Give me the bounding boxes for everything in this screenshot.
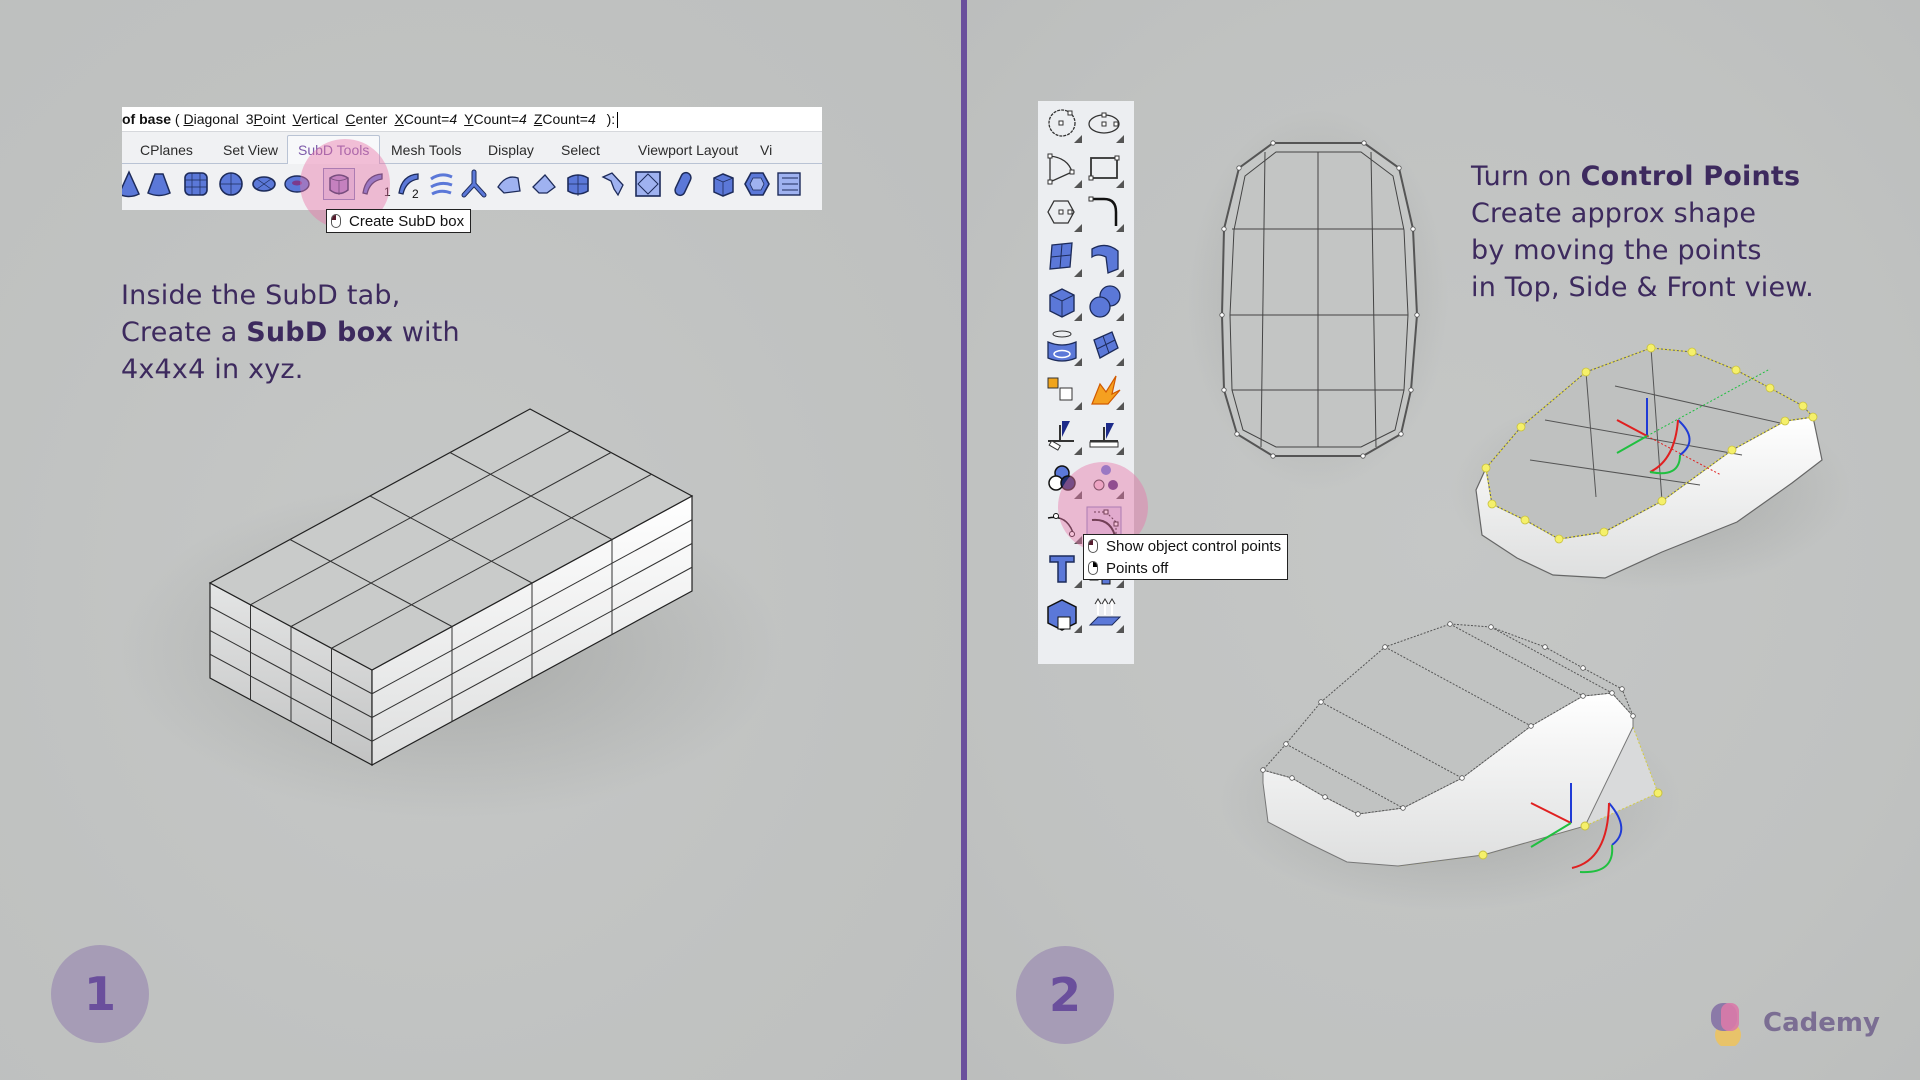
mesh-surface-icon[interactable] xyxy=(1086,328,1126,368)
render-material-icon[interactable] xyxy=(1044,461,1084,501)
extrude-arrows-icon[interactable] xyxy=(1086,595,1126,635)
text: Create a xyxy=(121,317,247,348)
cylinder-surface-icon[interactable] xyxy=(1044,328,1084,368)
command-options: Diagonal 3Point Vertical Center XCount=4 YCou… xyxy=(183,111,602,127)
tooltip-create-subd-box: Create SubD box xyxy=(326,209,472,233)
tab-cplanes[interactable]: CPlanes xyxy=(140,137,193,163)
text-icon[interactable] xyxy=(1044,550,1084,590)
command-line[interactable]: of base ( Diagonal 3Point Vertical Center XC… xyxy=(122,107,822,132)
subd-prism-icon[interactable] xyxy=(708,169,738,199)
subd-hexagon-icon[interactable] xyxy=(742,169,772,199)
subd-ellipsoid-icon[interactable] xyxy=(249,169,279,199)
boolean-union-icon[interactable] xyxy=(1086,283,1126,323)
tab-mesh-tools[interactable]: Mesh Tools xyxy=(391,137,462,163)
step-1-instruction: Inside the SubD tab, Create a SubD box w… xyxy=(121,277,460,388)
subd-rail-2-icon[interactable] xyxy=(394,169,424,199)
subd-crease-icon[interactable] xyxy=(494,169,524,199)
subd-cylinder-icon[interactable] xyxy=(181,169,211,199)
panel-divider xyxy=(961,0,967,1080)
subd-bridge-icon[interactable] xyxy=(598,169,628,199)
tab-display[interactable]: Display xyxy=(488,137,534,163)
ribbon-tabs: CPlanes Set View SubD Tools Mesh Tools Displ… xyxy=(122,135,822,164)
rectangle-icon[interactable] xyxy=(1086,150,1126,190)
subd-stack-icon[interactable] xyxy=(774,169,804,199)
fillet-curve-icon[interactable] xyxy=(1086,194,1126,234)
left-mouse-icon xyxy=(331,214,341,228)
step-badge-2: 2 xyxy=(1016,946,1114,1044)
rail-number-label: 2 xyxy=(412,187,419,201)
instruction-line: Create approx shape xyxy=(1471,198,1757,229)
ellipse-icon[interactable] xyxy=(1086,105,1126,145)
instruction-line: in Top, Side & Front view. xyxy=(1471,272,1814,303)
command-option[interactable]: 3Point xyxy=(246,111,286,127)
tab-set-view[interactable]: Set View xyxy=(223,137,278,163)
subd-sphere-icon[interactable] xyxy=(216,169,246,199)
tab-subd-tools[interactable]: SubD Tools xyxy=(287,135,381,164)
brand-name: Cademy xyxy=(1763,1008,1880,1038)
text: with xyxy=(392,317,460,348)
subd-cone-icon[interactable] xyxy=(122,169,144,199)
tooltip-text: Create SubD box xyxy=(349,212,465,230)
paren-close: ): xyxy=(602,111,616,127)
tab-viewport-layout[interactable]: Viewport Layout xyxy=(638,137,738,163)
subd-torus-icon[interactable] xyxy=(282,169,312,199)
tooltip-text: Points off xyxy=(1106,559,1169,577)
paren: ( xyxy=(171,111,184,127)
subd-quad-box-icon[interactable] xyxy=(563,169,593,199)
cplane-world-icon[interactable] xyxy=(1086,417,1126,457)
command-option[interactable]: XCount=4 xyxy=(394,111,457,127)
subd-loft-icon[interactable] xyxy=(426,169,456,199)
instruction-line: Turn on Control Points xyxy=(1471,158,1814,195)
cademy-logo-icon xyxy=(1708,1001,1753,1048)
text-caret xyxy=(617,112,619,129)
color-balls-icon[interactable] xyxy=(1086,461,1126,501)
tooltip-control-points: Show object control points Points off xyxy=(1083,534,1289,580)
step-badge-1: 1 xyxy=(51,945,149,1043)
solid-box-icon[interactable] xyxy=(1044,283,1084,323)
tooltip-text: Show object control points xyxy=(1106,537,1282,555)
rail-number-label: 1 xyxy=(384,185,391,199)
subd-fold-icon[interactable] xyxy=(529,169,559,199)
curve-edit-icon[interactable] xyxy=(1044,506,1084,546)
instruction-line: Create a SubD box with xyxy=(121,314,460,351)
block-icon[interactable] xyxy=(1044,595,1084,635)
subd-capsule-icon[interactable] xyxy=(669,169,699,199)
subd-control-frame-icon[interactable] xyxy=(633,169,663,199)
cplane-icon[interactable] xyxy=(1044,417,1084,457)
command-option[interactable]: Diagonal xyxy=(183,111,238,127)
brand-logo: Cademy xyxy=(1708,998,1880,1048)
step-2-instruction: Turn on Control Points Create approx sha… xyxy=(1471,158,1814,306)
instruction-line: 4x4x4 in xyz. xyxy=(121,354,304,385)
tab-vi[interactable]: Vi xyxy=(760,137,772,163)
subd-tri-branch-icon[interactable] xyxy=(459,169,489,199)
text: Turn on xyxy=(1471,161,1581,192)
emphasis: SubD box xyxy=(246,317,393,348)
create-subd-box-icon[interactable] xyxy=(323,168,355,200)
command-option[interactable]: Vertical xyxy=(292,111,338,127)
subd-tools-icon-row: 12 xyxy=(122,165,822,205)
tab-select[interactable]: Select xyxy=(561,137,600,163)
command-option[interactable]: YCount=4 xyxy=(464,111,527,127)
subd-truncated-cone-icon[interactable] xyxy=(144,169,174,199)
command-prompt: of base xyxy=(122,111,172,127)
polygon-icon[interactable] xyxy=(1044,194,1084,234)
right-mouse-icon xyxy=(1088,561,1098,575)
emphasis: Control Points xyxy=(1580,161,1801,192)
left-mouse-icon xyxy=(1088,539,1098,553)
explode-icon[interactable] xyxy=(1086,372,1126,412)
puzzle-join-icon[interactable] xyxy=(1044,372,1084,412)
surface-from-points-icon[interactable] xyxy=(1044,239,1084,279)
arc-icon[interactable] xyxy=(1044,150,1084,190)
extrude-surface-icon[interactable] xyxy=(1086,239,1126,279)
instruction-line: Inside the SubD tab, xyxy=(121,280,401,311)
circle-icon[interactable] xyxy=(1044,105,1084,145)
command-option[interactable]: ZCount=4 xyxy=(534,111,596,127)
instruction-line: by moving the points xyxy=(1471,235,1762,266)
rhino-ribbon-screenshot: of base ( Diagonal 3Point Vertical Center XC… xyxy=(122,107,822,210)
command-option[interactable]: Center xyxy=(345,111,387,127)
